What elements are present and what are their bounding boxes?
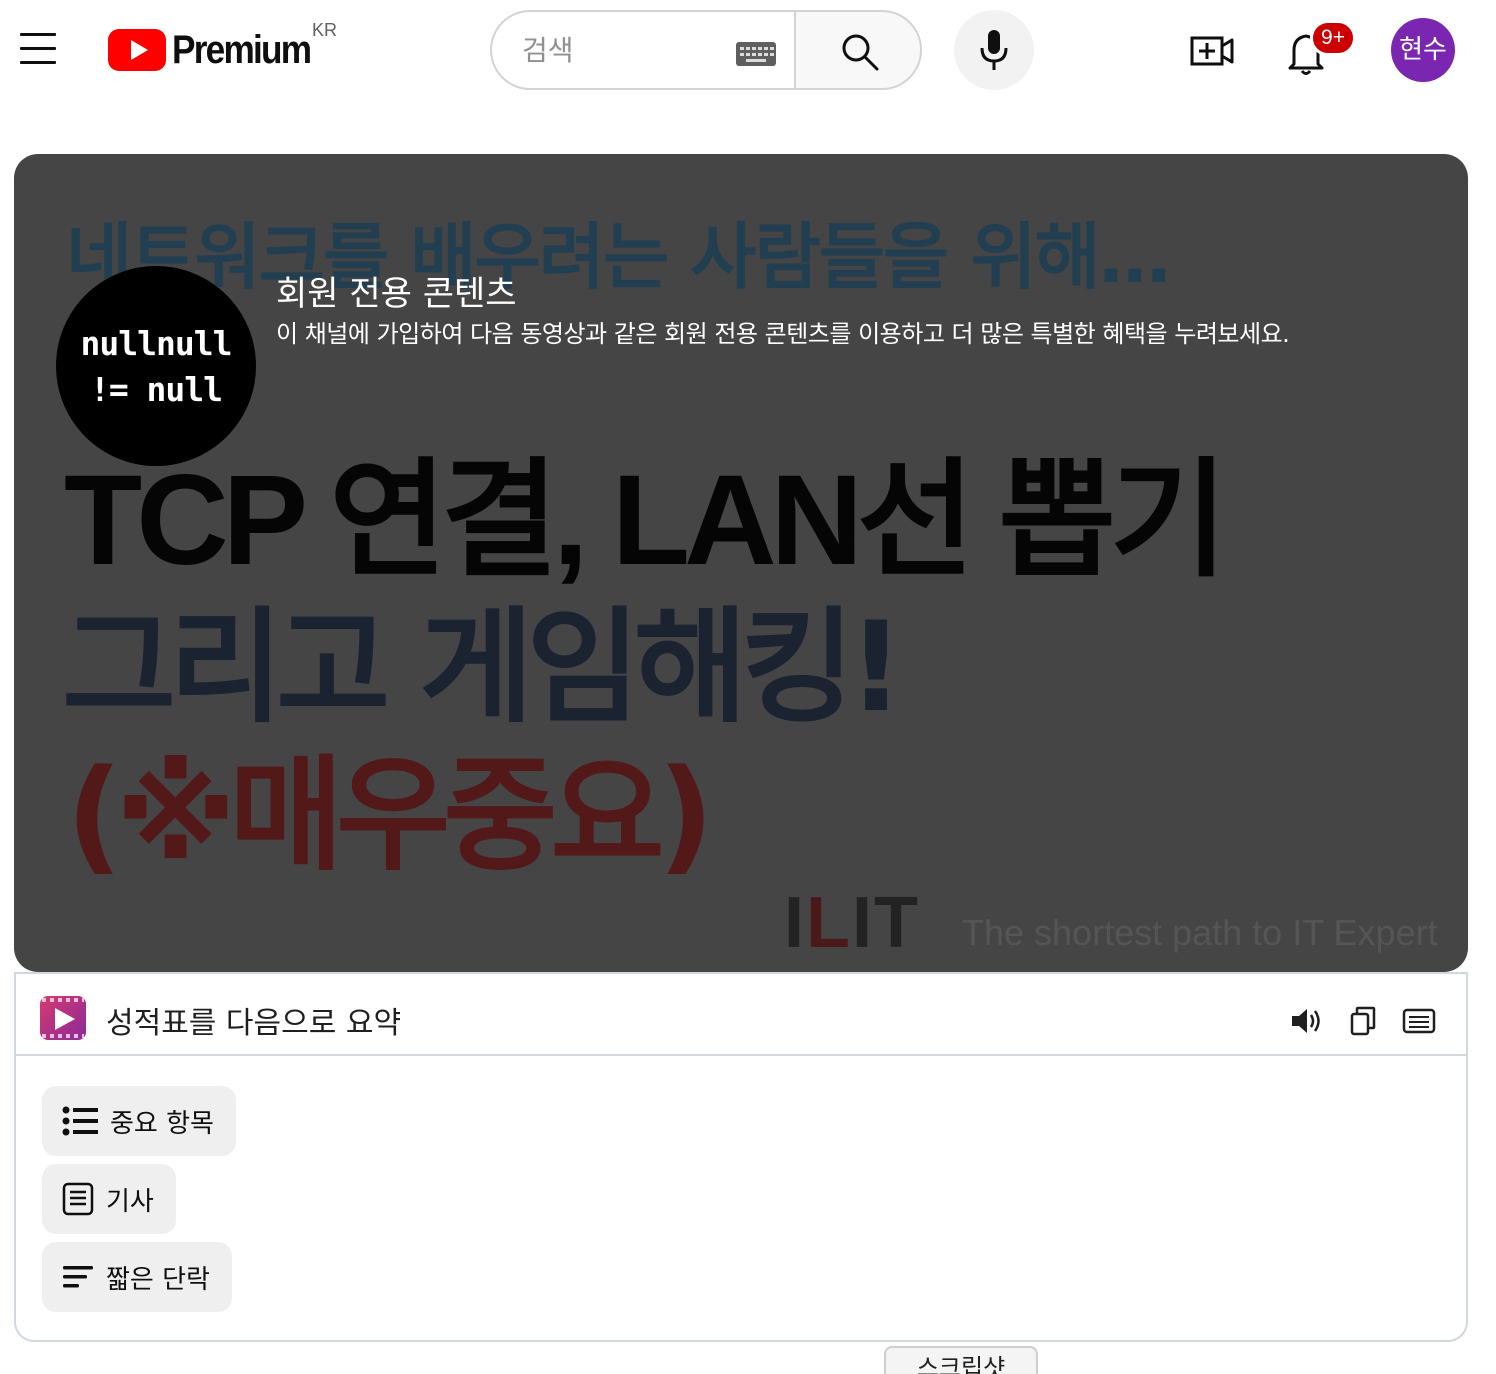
summary-option-short-paragraph[interactable]: 짧은 단락 bbox=[42, 1242, 232, 1312]
masthead: Premium KR 9+ 현수 bbox=[0, 0, 1496, 100]
thumbnail-brand-logo: ILIT bbox=[784, 883, 920, 963]
thumbnail-headline: 네트워크를 배우려는 사람들을 위해… bbox=[66, 215, 1171, 299]
search-input[interactable] bbox=[522, 30, 722, 70]
transcript-summary-panel: 성적표를 다음으로 요약 중요 항목 기사 짧은 단락 bbox=[14, 972, 1468, 1342]
members-only-title: 회원 전용 콘텐츠 bbox=[276, 274, 517, 314]
summarizer-app-icon bbox=[40, 996, 86, 1040]
logo-text: Premium bbox=[172, 27, 312, 72]
short-paragraph-icon bbox=[63, 1266, 93, 1288]
youtube-premium-logo[interactable]: Premium bbox=[108, 26, 329, 74]
thumbnail-title-line: (※매우중요) bbox=[66, 744, 714, 888]
video-player[interactable]: 네트워크를 배우려는 사람들을 위해… TCP 연결, LAN선 뽑기 그리고 … bbox=[14, 154, 1468, 972]
voice-search-button[interactable] bbox=[954, 10, 1034, 90]
notification-count-badge: 9+ bbox=[1310, 20, 1356, 56]
summary-toolbar bbox=[1290, 1004, 1436, 1038]
channel-avatar-text: != null bbox=[89, 370, 223, 409]
summary-header: 성적표를 다음으로 요약 bbox=[16, 972, 1466, 1056]
summary-option-key-points[interactable]: 중요 항목 bbox=[42, 1086, 236, 1156]
copy-icon[interactable] bbox=[1346, 1004, 1380, 1038]
summary-option-article[interactable]: 기사 bbox=[42, 1164, 176, 1234]
create-video-icon[interactable] bbox=[1186, 26, 1236, 76]
members-only-description: 이 채널에 가입하여 다음 동영상과 같은 회원 전용 콘텐츠를 이용하고 더 … bbox=[276, 320, 1290, 348]
screenshot-tab[interactable]: 스크립샷 bbox=[884, 1346, 1038, 1374]
summary-option-label: 기사 bbox=[106, 1186, 154, 1217]
search-box bbox=[490, 10, 796, 90]
bulleted-list-icon bbox=[62, 1106, 98, 1136]
search-icon bbox=[842, 34, 879, 71]
summary-option-label: 짧은 단락 bbox=[106, 1264, 210, 1295]
thumbnail-tagline: The shortest path to IT Expert bbox=[962, 912, 1438, 953]
account-avatar[interactable]: 현수 bbox=[1391, 18, 1455, 82]
transcript-icon[interactable] bbox=[1402, 1004, 1436, 1038]
hamburger-menu-icon bbox=[20, 33, 56, 36]
summary-title: 성적표를 다음으로 요약 bbox=[106, 1006, 402, 1041]
summary-option-label: 중요 항목 bbox=[110, 1108, 214, 1139]
microphone-icon bbox=[980, 30, 1008, 70]
document-icon bbox=[62, 1182, 94, 1216]
speaker-icon[interactable] bbox=[1290, 1004, 1324, 1038]
keyboard-icon[interactable] bbox=[736, 42, 776, 66]
country-code: KR bbox=[312, 20, 338, 40]
channel-avatar-text: nullnull bbox=[80, 324, 233, 363]
search-button[interactable] bbox=[794, 10, 922, 90]
channel-avatar[interactable]: nullnull != null bbox=[56, 266, 256, 466]
guide-menu-button[interactable] bbox=[14, 26, 62, 70]
youtube-play-logo-icon bbox=[108, 29, 166, 71]
